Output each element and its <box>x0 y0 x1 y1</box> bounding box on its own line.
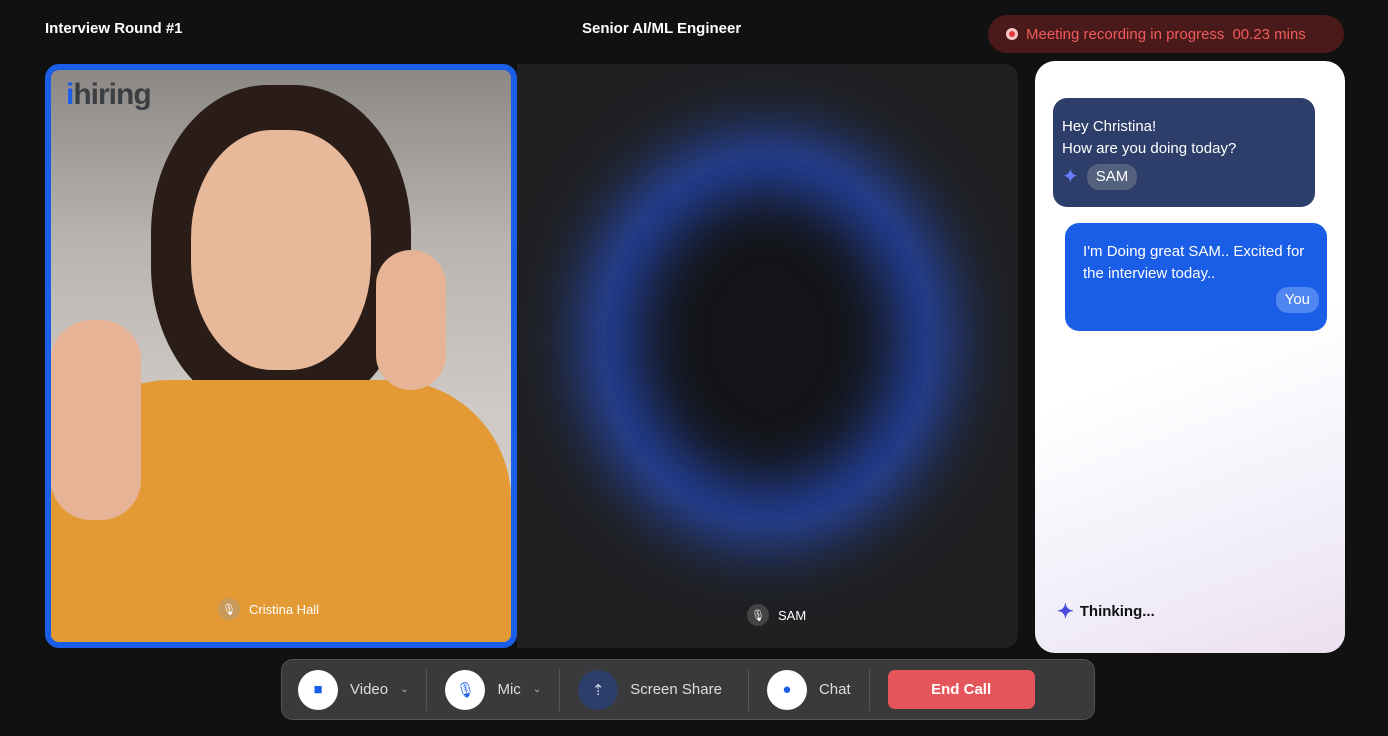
ai-voice-orb <box>607 159 927 519</box>
divider <box>559 669 560 711</box>
video-button[interactable]: ■ Video ⌄ <box>298 670 426 710</box>
chat-message-sam: Hey Christina! How are you doing today? … <box>1053 98 1315 207</box>
video-camera-icon: ■ <box>298 670 338 710</box>
recording-time: 00.23 mins <box>1232 26 1305 43</box>
divider <box>748 669 749 711</box>
recording-badge: Meeting recording in progress 00.23 mins <box>988 15 1344 53</box>
screen-share-icon: ⇡ <box>578 670 618 710</box>
chat-icon: ● <box>767 670 807 710</box>
mic-button[interactable]: 🎙 Mic ⌄ <box>445 670 559 710</box>
candidate-name: Cristina Hall <box>249 602 319 617</box>
video-label: Video <box>350 681 388 698</box>
chat-panel: Hey Christina! How are you doing today? … <box>1035 61 1345 653</box>
chat-label: Chat <box>819 681 851 698</box>
sparkle-icon: ✦ <box>1057 599 1074 624</box>
mic-icon: 🎙 <box>218 598 240 620</box>
call-controls-bar: ■ Video ⌄ 🎙 Mic ⌄ ⇡ Screen Share ● Chat End Ca… <box>281 659 1095 720</box>
sparkle-icon: ✦ <box>1062 166 1079 188</box>
candidate-photo <box>51 70 511 642</box>
chevron-down-icon[interactable]: ⌄ <box>533 684 541 695</box>
ai-interviewer-tile: 🎙 SAM <box>517 64 1018 648</box>
message-text: I'm Doing great SAM.. Excited for the in… <box>1083 241 1319 285</box>
sender-tag: You <box>1276 287 1319 313</box>
message-line: Hey Christina! <box>1062 116 1305 138</box>
end-call-button[interactable]: End Call <box>888 670 1035 709</box>
candidate-nametag: 🎙 Cristina Hall <box>218 598 319 620</box>
interview-round-title: Interview Round #1 <box>45 20 183 37</box>
mic-icon: 🎙 <box>747 604 769 626</box>
recording-text: Meeting recording in progress <box>1026 26 1224 43</box>
chat-message-you: I'm Doing great SAM.. Excited for the in… <box>1065 223 1327 331</box>
thinking-status: ✦ Thinking... <box>1057 599 1155 624</box>
record-icon <box>1006 28 1018 40</box>
ai-name: SAM <box>778 608 806 623</box>
job-role-title: Senior AI/ML Engineer <box>582 20 741 37</box>
chat-button[interactable]: ● Chat <box>767 670 869 710</box>
message-line: How are you doing today? <box>1062 138 1305 160</box>
divider <box>426 669 427 711</box>
screen-share-button[interactable]: ⇡ Screen Share <box>578 670 748 710</box>
candidate-video-tile: ihiring 🎙 Cristina Hall <box>45 64 517 648</box>
microphone-icon: 🎙 <box>445 670 485 710</box>
sender-tag: SAM <box>1087 164 1138 190</box>
chevron-down-icon[interactable]: ⌄ <box>400 684 408 695</box>
thinking-text: Thinking... <box>1080 603 1155 620</box>
ai-nametag: 🎙 SAM <box>747 604 806 626</box>
screen-share-label: Screen Share <box>630 681 722 698</box>
mic-label: Mic <box>497 681 520 698</box>
divider <box>869 669 870 711</box>
